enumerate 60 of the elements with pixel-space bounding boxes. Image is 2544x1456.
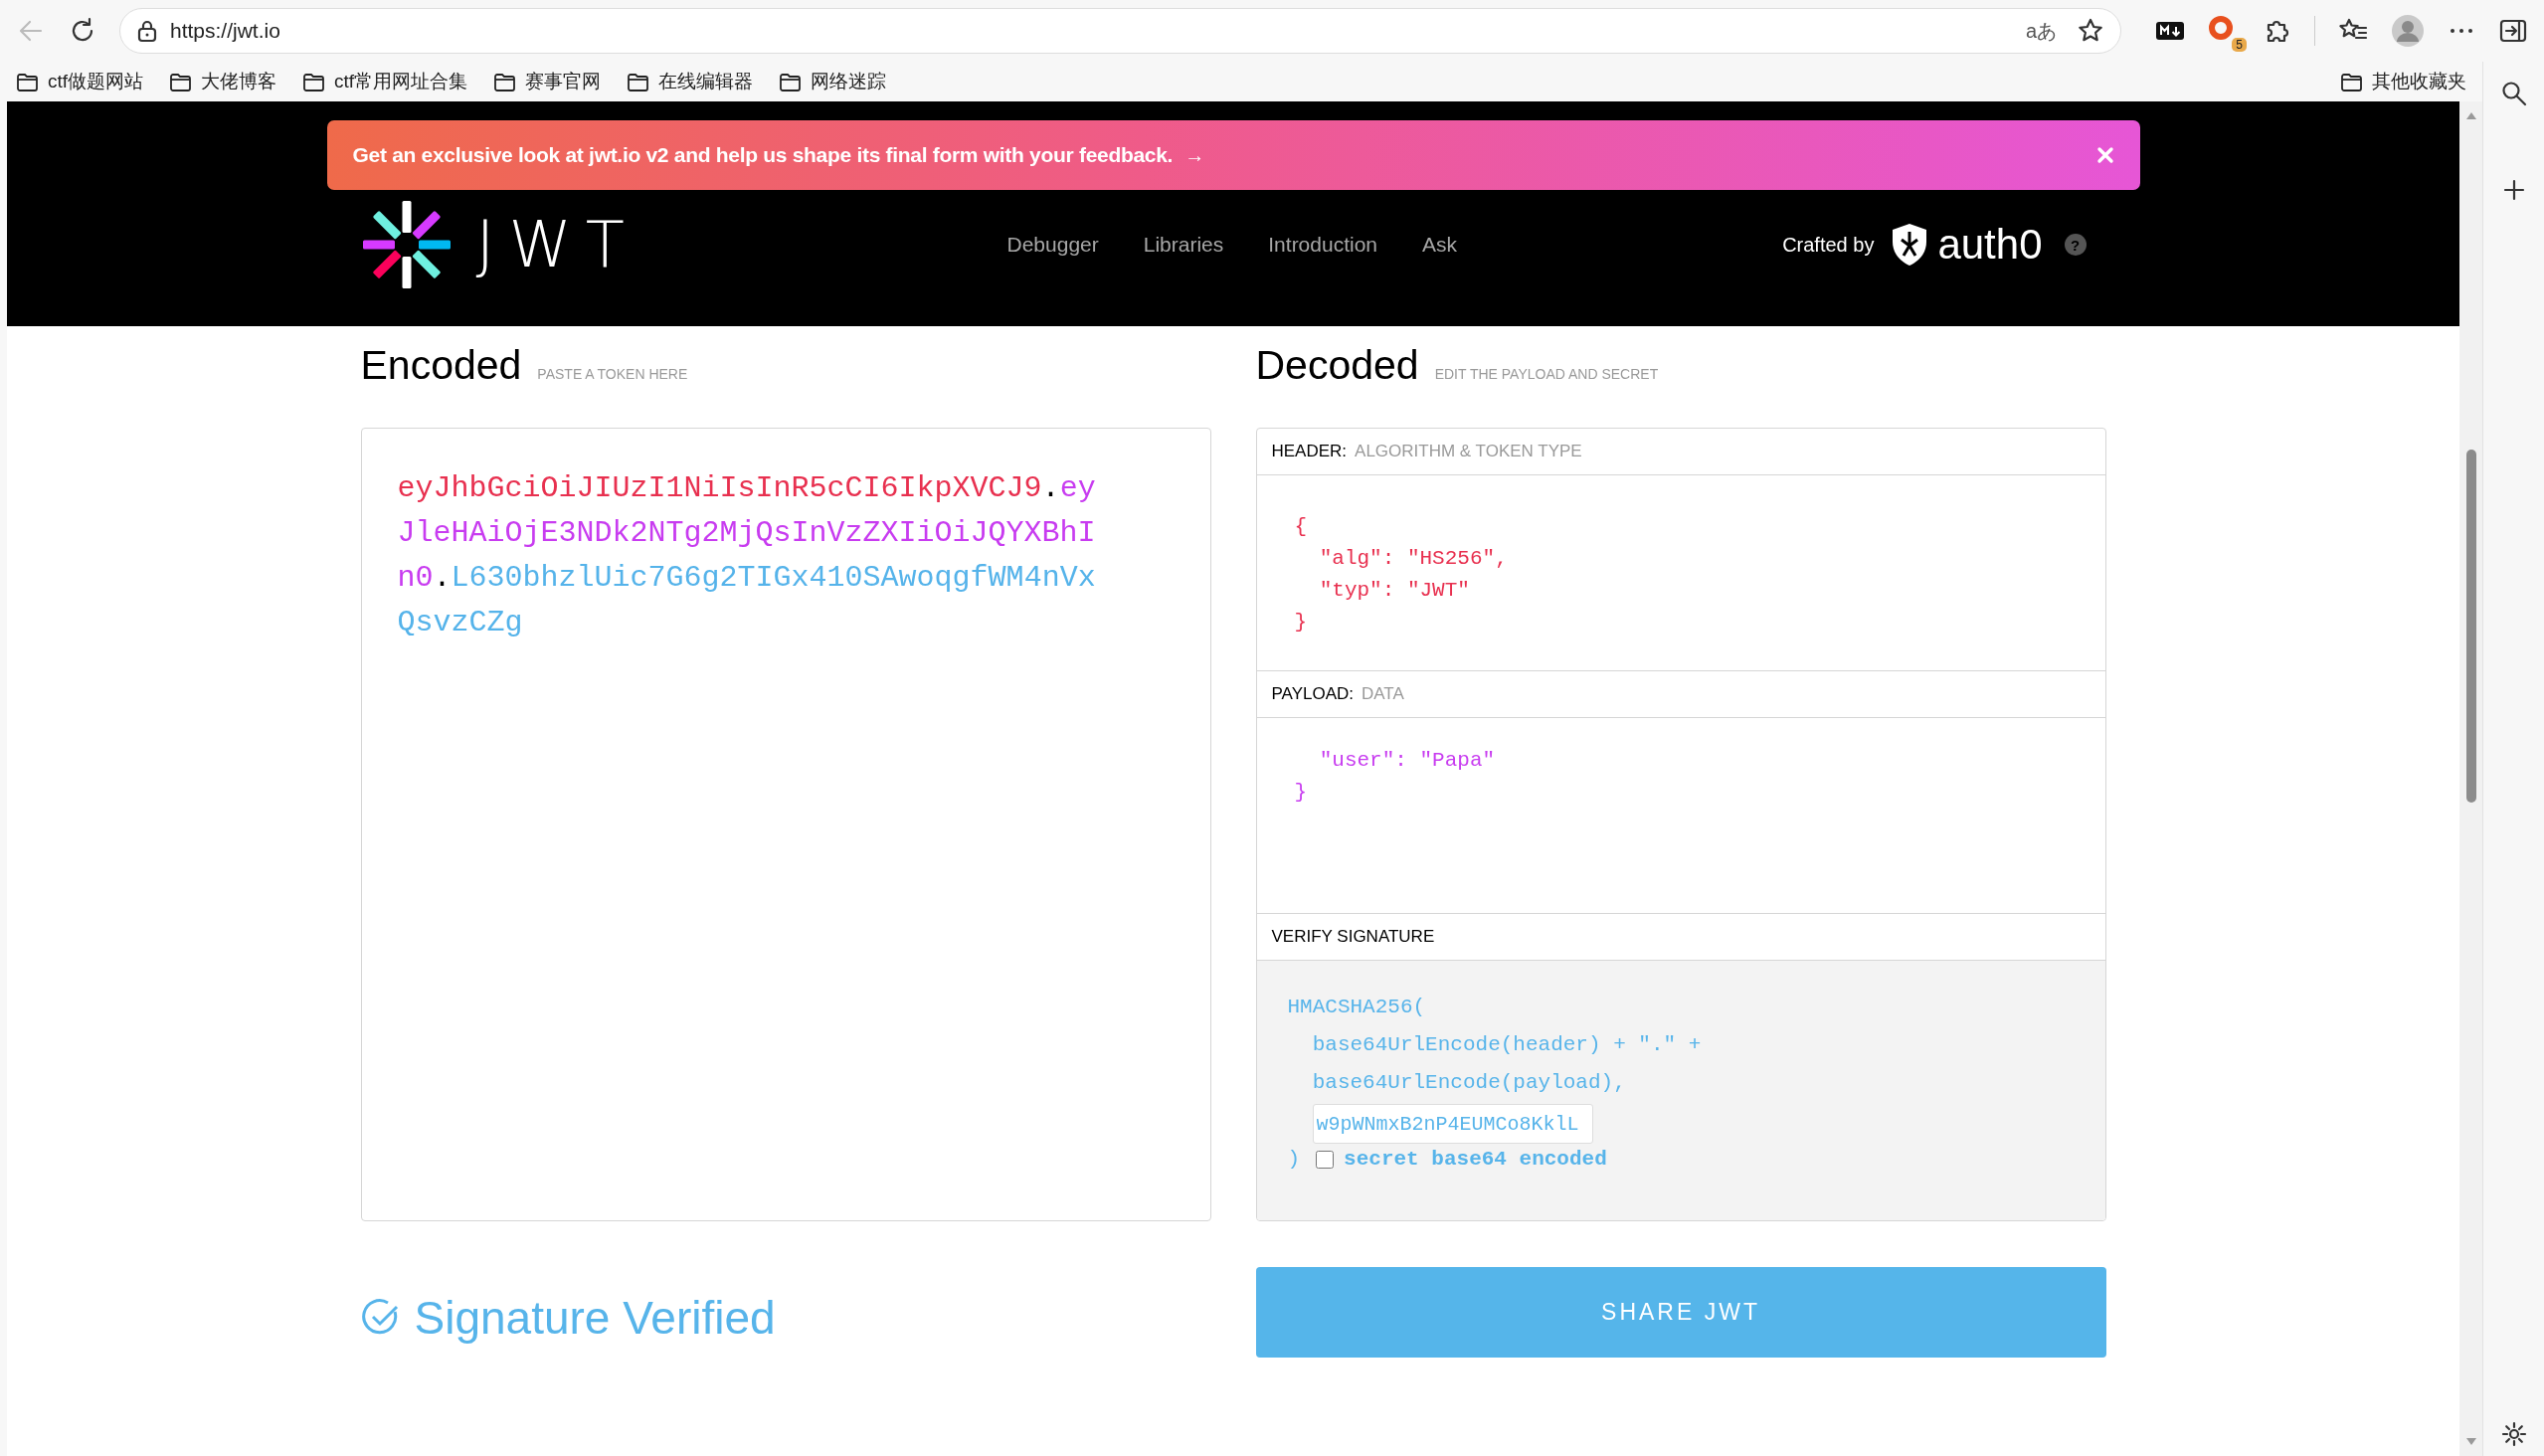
close-icon[interactable] bbox=[2095, 146, 2114, 164]
search-icon[interactable] bbox=[2499, 80, 2528, 107]
url-text: https://jwt.io bbox=[170, 19, 280, 43]
crafted-by-text: Crafted by bbox=[1782, 233, 1875, 257]
nav-link[interactable]: Debugger bbox=[1006, 233, 1099, 257]
bookmark-item[interactable]: 其他收藏夹 bbox=[2340, 69, 2466, 94]
code-line: "user": "Papa" bbox=[1318, 748, 1497, 774]
token-input[interactable]: eyJhbGciOiJIUzI1NiIsInR5cCI6IkpXVCJ9.eyJleHAiOjE3NDk2NTg2MjQsInVzZXIiOiJQYXBhIn0.L630bhzlUic7G6g2TIGx410SAwoqgfWM4nVxQsvzCZg bbox=[360, 428, 1211, 1221]
folder-icon bbox=[627, 71, 650, 92]
json-editor[interactable]: "user": "Papa" } bbox=[1256, 718, 2105, 914]
code-line: { bbox=[1294, 514, 1309, 540]
banner-text: Get an exclusive look at jwt.io v2 and help us shape its final form with your feedback. bbox=[352, 143, 1174, 167]
avatar-icon[interactable] bbox=[2391, 14, 2425, 48]
folder-icon bbox=[2340, 71, 2363, 92]
section-title: Decoded bbox=[1255, 342, 1419, 389]
folder-icon bbox=[493, 71, 517, 92]
extension-badge: 5 bbox=[2232, 38, 2247, 52]
nav-link[interactable]: Introduction bbox=[1268, 233, 1378, 257]
scrollbar-thumb[interactable] bbox=[2465, 450, 2476, 803]
section-sublabel: ALGORITHM & TOKEN TYPE bbox=[1355, 442, 1582, 461]
section-sublabel: DATA bbox=[1362, 684, 1404, 704]
jwt-wordmark[interactable]: JWT bbox=[475, 208, 638, 281]
pinwheel-logo-icon[interactable] bbox=[360, 199, 453, 290]
folder-icon bbox=[779, 71, 803, 92]
folder-icon bbox=[169, 71, 193, 92]
translate-icon[interactable]: aあ bbox=[2025, 17, 2057, 45]
code-line: HMACSHA256( bbox=[1287, 995, 1427, 1020]
settings-icon[interactable] bbox=[2499, 1420, 2528, 1448]
bookmark-item[interactable]: 大佬博客 bbox=[169, 69, 277, 94]
arrow-icon: → bbox=[1184, 143, 1205, 167]
code-line: ) bbox=[1287, 1148, 1301, 1171]
code-line: } bbox=[1294, 610, 1309, 636]
signature-status: Signature Verified bbox=[414, 1291, 776, 1345]
folder-icon bbox=[302, 71, 326, 92]
json-editor[interactable]: { "alg": "HS256", "typ": "JWT" } bbox=[1256, 475, 2105, 671]
nav-link[interactable]: Libraries bbox=[1143, 233, 1224, 257]
auth0-wordmark[interactable]: auth0 bbox=[1937, 221, 2043, 269]
section-label: PAYLOAD: bbox=[1271, 684, 1354, 704]
code-line: base64UrlEncode(payload), bbox=[1311, 1070, 1627, 1096]
code-line: "typ": "JWT" bbox=[1318, 578, 1471, 604]
bookmark-item[interactable]: 网络迷踪 bbox=[779, 69, 887, 94]
section-label: VERIFY SIGNATURE bbox=[1271, 927, 1435, 947]
section-label: HEADER: bbox=[1271, 442, 1348, 461]
code-line: base64UrlEncode(header) + "." + bbox=[1311, 1032, 1703, 1058]
lock-icon bbox=[136, 19, 158, 43]
nav-link[interactable]: Ask bbox=[1422, 233, 1458, 257]
markdown-extension-icon[interactable] bbox=[2155, 20, 2185, 42]
bookmark-item[interactable]: ctf常用网址合集 bbox=[302, 69, 468, 94]
base64-checkbox[interactable] bbox=[1316, 1150, 1335, 1169]
section-title: Encoded bbox=[360, 342, 522, 389]
section-hint: PASTE A TOKEN HERE bbox=[537, 366, 688, 382]
bookmark-item[interactable]: 在线编辑器 bbox=[627, 69, 754, 94]
address-bar[interactable]: https://jwt.io aあ bbox=[119, 8, 2121, 54]
jwt-token-text: eyJhbGciOiJIUzI1NiIsInR5cCI6IkpXVCJ9.eyJleHAiOjE3NDk2NTg2MjQsInVzZXIiOiJQYXBhIn0.L630bhzlUic7G6g2TIGx410SAwoqgfWM4nVxQsvzCZg bbox=[397, 470, 1097, 641]
folder-icon bbox=[16, 71, 39, 92]
section-hint: EDIT THE PAYLOAD AND SECRET bbox=[1434, 366, 1659, 382]
bookmark-item[interactable]: 赛事官网 bbox=[493, 69, 602, 94]
bookmark-item[interactable]: ctf做题网站 bbox=[16, 69, 144, 94]
code-line: "alg": "HS256", bbox=[1318, 546, 1509, 572]
code-line: } bbox=[1294, 780, 1309, 806]
